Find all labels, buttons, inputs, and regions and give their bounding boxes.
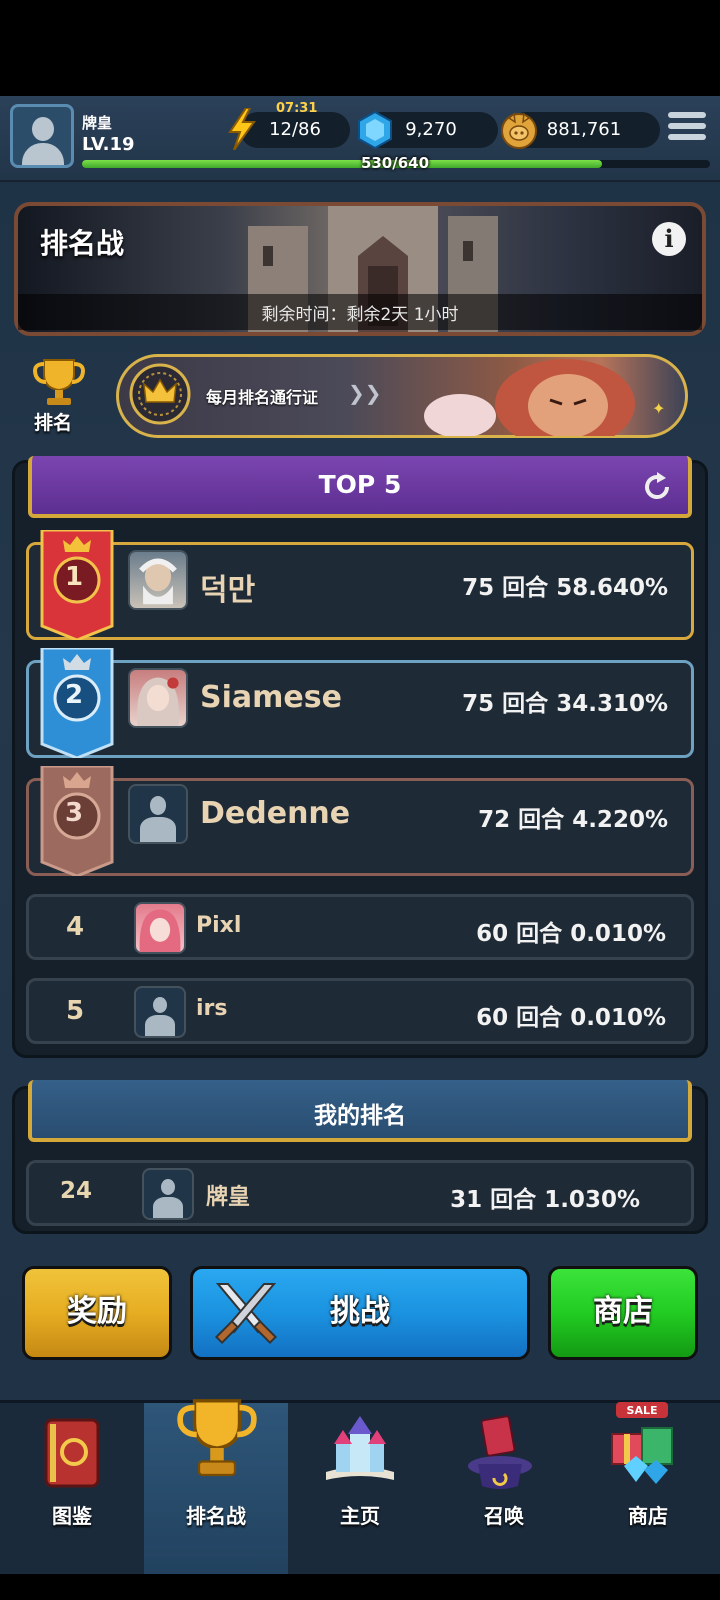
my-avatar[interactable] — [142, 1168, 194, 1220]
player-name: Siamese — [200, 680, 342, 715]
sale-badge: SALE — [627, 1404, 658, 1417]
player-avatar[interactable] — [128, 784, 188, 844]
rank-number: 1 — [65, 562, 84, 592]
gem-icon — [358, 110, 392, 150]
energy-timer: 07:31 — [276, 101, 318, 116]
nav-label-summon: 召唤 — [484, 1504, 524, 1528]
player-score: 72 回合 4.220% — [478, 807, 668, 833]
status-bar-area — [0, 0, 720, 96]
rank-number: 3 — [65, 798, 84, 828]
player-avatar[interactable] — [134, 986, 186, 1038]
my-rank-title: 我的排名 — [314, 1103, 406, 1129]
menu-icon[interactable] — [668, 112, 706, 146]
summon-hat-icon — [468, 1415, 532, 1489]
system-nav-area — [0, 1574, 720, 1600]
nav-label-ranking: 排名战 — [186, 1504, 246, 1528]
player-name: 牌皇 — [82, 114, 113, 132]
banner-title: 排名战 — [40, 227, 125, 260]
time-remaining: 剩余时间：剩余2天 1小时 — [261, 305, 459, 325]
rank-number: 5 — [66, 996, 85, 1026]
monthly-pass-label: 每月排名通行证 — [206, 388, 319, 407]
my-name: 牌皇 — [206, 1185, 251, 1210]
player-name: irs — [196, 996, 228, 1021]
player-avatar[interactable] — [128, 668, 188, 728]
player-score: 60 回合 0.010% — [476, 921, 666, 947]
player-score: 75 回合 34.310% — [462, 691, 668, 717]
crossed-swords-icon — [214, 1283, 278, 1345]
book-icon — [44, 1418, 100, 1488]
chevron-right-icon: ❯❯ — [348, 381, 382, 405]
coin-pig-icon — [501, 112, 537, 149]
lightning-icon — [228, 108, 256, 150]
nav-label-collection: 图鉴 — [52, 1504, 92, 1528]
player-avatar[interactable] — [128, 550, 188, 610]
my-rank-number: 24 — [60, 1178, 93, 1204]
gift-sale-icon: SALE — [611, 1402, 673, 1484]
top5-title: TOP 5 — [318, 470, 402, 499]
player-score: 60 回合 0.010% — [476, 1005, 666, 1031]
xp-text: 530/640 — [360, 154, 430, 172]
info-icon[interactable]: i — [652, 222, 686, 256]
player-name: Dedenne — [200, 796, 351, 831]
lion-artwork: ✦ — [424, 359, 665, 436]
svg-text:✦: ✦ — [652, 399, 665, 418]
crown-badge-icon — [129, 363, 191, 425]
player-name: 덕만 — [200, 573, 256, 608]
reward-button[interactable]: 奖励 — [22, 1266, 172, 1360]
trophy-icon — [33, 359, 85, 405]
trophy-icon — [177, 1399, 257, 1477]
player-name: Pixl — [196, 913, 242, 938]
player-level: LV.19 — [82, 134, 135, 155]
my-score: 31 回合 1.030% — [450, 1187, 640, 1213]
player-score: 75 回合 58.640% — [462, 575, 668, 601]
shop-button[interactable]: 商店 — [548, 1266, 698, 1360]
player-avatar[interactable] — [10, 104, 74, 168]
player-avatar[interactable] — [134, 902, 186, 954]
rank-number: 4 — [66, 912, 85, 942]
refresh-icon[interactable] — [640, 470, 674, 504]
nav-label-home: 主页 — [340, 1504, 380, 1528]
nav-label-shop: 商店 — [628, 1504, 668, 1528]
rank-label: 排名 — [34, 412, 73, 434]
castle-icon — [326, 1416, 394, 1480]
rank-number: 2 — [65, 680, 84, 710]
